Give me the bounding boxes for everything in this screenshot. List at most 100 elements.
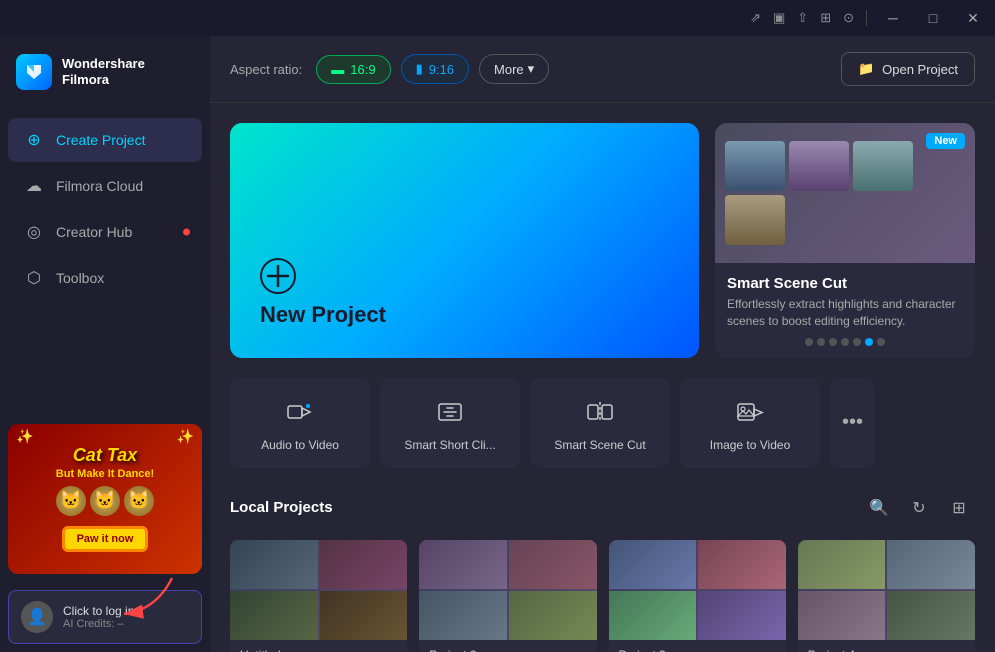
grid-icon[interactable]: ⊞: [820, 10, 831, 26]
audio-to-video-icon: [282, 394, 318, 430]
toolbar: Aspect ratio: ▬ 16:9 ▮ 9:16 More ▾ 📁 Ope…: [210, 36, 995, 103]
titlebar-sep: [866, 10, 867, 26]
aspect-ratio-label: Aspect ratio:: [230, 62, 302, 77]
monitor-icon[interactable]: ▣: [773, 10, 785, 26]
person-thumb-2: [789, 141, 849, 191]
cat-icon-2: 🐱: [90, 486, 120, 516]
smart-short-clip-icon: [432, 394, 468, 430]
project-meta-1: Untitled 08...: [230, 640, 407, 652]
sidebar-nav: ⊕ Create Project ☁ Filmora Cloud ◎ Creat…: [0, 108, 210, 416]
more-label: More: [494, 62, 524, 77]
logo-product: Filmora: [62, 72, 145, 88]
section-actions: 🔍 ↻ ⊞: [863, 492, 975, 524]
sidebar-item-create-project[interactable]: ⊕ Create Project: [8, 118, 202, 162]
minimize-button[interactable]: ─: [879, 8, 907, 28]
feature-info: Smart Scene Cut Effortlessly extract hig…: [715, 263, 975, 358]
maximize-button[interactable]: □: [919, 8, 947, 28]
project-thumb-2: [419, 540, 596, 640]
logo-text: Wondershare Filmora: [62, 56, 145, 87]
close-button[interactable]: ✕: [959, 8, 987, 28]
feature-carousel-dots: [727, 338, 963, 346]
ad-paw-button[interactable]: Paw it now: [62, 526, 149, 552]
feature-image: New: [715, 123, 975, 263]
tool-smart-short-clip[interactable]: Smart Short Cli...: [380, 378, 520, 468]
dot-3[interactable]: [829, 338, 837, 346]
cat-icon-3: 🐱: [124, 486, 154, 516]
sidebar-ad-banner[interactable]: ✨ ✨ Cat Tax But Make It Dance! 🐱 🐱 🐱 Paw…: [8, 424, 202, 574]
sidebar-logo: Wondershare Filmora: [0, 36, 210, 108]
project-meta-3: Project 3: [609, 640, 786, 652]
filmora-cloud-icon: ☁: [24, 176, 44, 196]
new-project-card[interactable]: New Project: [230, 123, 699, 358]
login-panel[interactable]: 👤 Click to log in AI Credits: –: [8, 590, 202, 644]
project-thumb-4: [798, 540, 975, 640]
project-meta-4: Project 4: [798, 640, 975, 652]
folder-icon: 📁: [858, 61, 874, 77]
grid-view-button[interactable]: ⊞: [943, 492, 975, 524]
search-projects-button[interactable]: 🔍: [863, 492, 895, 524]
sidebar-item-label: Create Project: [56, 132, 145, 148]
sidebar-item-toolbox[interactable]: ⬡ Toolbox: [8, 256, 202, 300]
headset-icon[interactable]: ⊙: [843, 10, 854, 26]
ai-credits: AI Credits: –: [63, 618, 134, 630]
ad-title-line2: But Make It Dance!: [56, 468, 154, 480]
new-project-title: New Project: [260, 302, 669, 328]
dot-2[interactable]: [817, 338, 825, 346]
image-to-video-label: Image to Video: [710, 438, 791, 452]
chevron-down-icon: ▾: [528, 61, 535, 77]
tool-audio-to-video[interactable]: Audio to Video: [230, 378, 370, 468]
more-aspect-button[interactable]: More ▾: [479, 54, 549, 84]
sidebar: Wondershare Filmora ⊕ Create Project ☁ F…: [0, 36, 210, 652]
sidebar-item-label: Filmora Cloud: [56, 178, 143, 194]
sidebar-item-creator-hub[interactable]: ◎ Creator Hub: [8, 210, 202, 254]
toolbox-icon: ⬡: [24, 268, 44, 288]
cloud-upload-icon[interactable]: ⇧: [797, 10, 808, 26]
open-project-button[interactable]: 📁 Open Project: [841, 52, 975, 86]
dot-1[interactable]: [805, 338, 813, 346]
project-item-2[interactable]: Project 2: [419, 540, 596, 652]
logo-icon: [16, 54, 52, 90]
hero-feature-row: New Project New: [230, 123, 975, 358]
aspect-ratio-916-button[interactable]: ▮ 9:16: [401, 54, 469, 84]
project-item-3[interactable]: Project 3: [609, 540, 786, 652]
dot-4[interactable]: [841, 338, 849, 346]
aspect-ratio-169-button[interactable]: ▬ 16:9: [316, 55, 390, 84]
feature-card[interactable]: New Smart Scene Cut Effortlessly extract…: [715, 123, 975, 358]
ad-content: ✨ ✨ Cat Tax But Make It Dance! 🐱 🐱 🐱 Paw…: [8, 424, 202, 574]
feature-title: Smart Scene Cut: [727, 275, 963, 292]
smart-scene-cut-icon: [582, 394, 618, 430]
smart-scene-cut-label: Smart Scene Cut: [554, 438, 645, 452]
aspect-169-label: 16:9: [350, 62, 375, 77]
sidebar-item-filmora-cloud[interactable]: ☁ Filmora Cloud: [8, 164, 202, 208]
share-icon[interactable]: ⇗: [750, 10, 761, 26]
aspect-169-icon: ▬: [331, 62, 344, 77]
person-thumb-4: [725, 195, 785, 245]
dot-7[interactable]: [877, 338, 885, 346]
main-content: Aspect ratio: ▬ 16:9 ▮ 9:16 More ▾ 📁 Ope…: [210, 36, 995, 652]
app-body: Wondershare Filmora ⊕ Create Project ☁ F…: [0, 36, 995, 652]
sidebar-item-label: Creator Hub: [56, 224, 132, 240]
sidebar-bottom: 👤 Click to log in AI Credits: –: [0, 582, 210, 652]
aspect-916-label: 9:16: [429, 62, 454, 77]
ad-sparkles-left: ✨: [16, 428, 33, 445]
project-thumb-1: [230, 540, 407, 640]
more-tools-button[interactable]: •••: [830, 378, 875, 468]
feature-new-badge: New: [926, 133, 965, 149]
new-project-plus-icon: [260, 258, 669, 294]
refresh-projects-button[interactable]: ↻: [903, 492, 935, 524]
dot-6[interactable]: [865, 338, 873, 346]
project-item-1[interactable]: Untitled 08...: [230, 540, 407, 652]
tool-image-to-video[interactable]: Image to Video: [680, 378, 820, 468]
creator-hub-dot: [183, 229, 190, 236]
quick-tools-row: Audio to Video Smart Short Cli...: [230, 378, 975, 468]
project-name-1: Untitled: [240, 648, 397, 652]
refresh-icon: ↻: [912, 498, 925, 518]
search-icon: 🔍: [869, 498, 889, 518]
creator-hub-icon: ◎: [24, 222, 44, 242]
create-project-icon: ⊕: [24, 130, 44, 150]
project-item-4[interactable]: Project 4: [798, 540, 975, 652]
dot-5[interactable]: [853, 338, 861, 346]
project-name-4: Project 4: [808, 648, 965, 652]
project-thumb-3: [609, 540, 786, 640]
tool-smart-scene-cut[interactable]: Smart Scene Cut: [530, 378, 670, 468]
